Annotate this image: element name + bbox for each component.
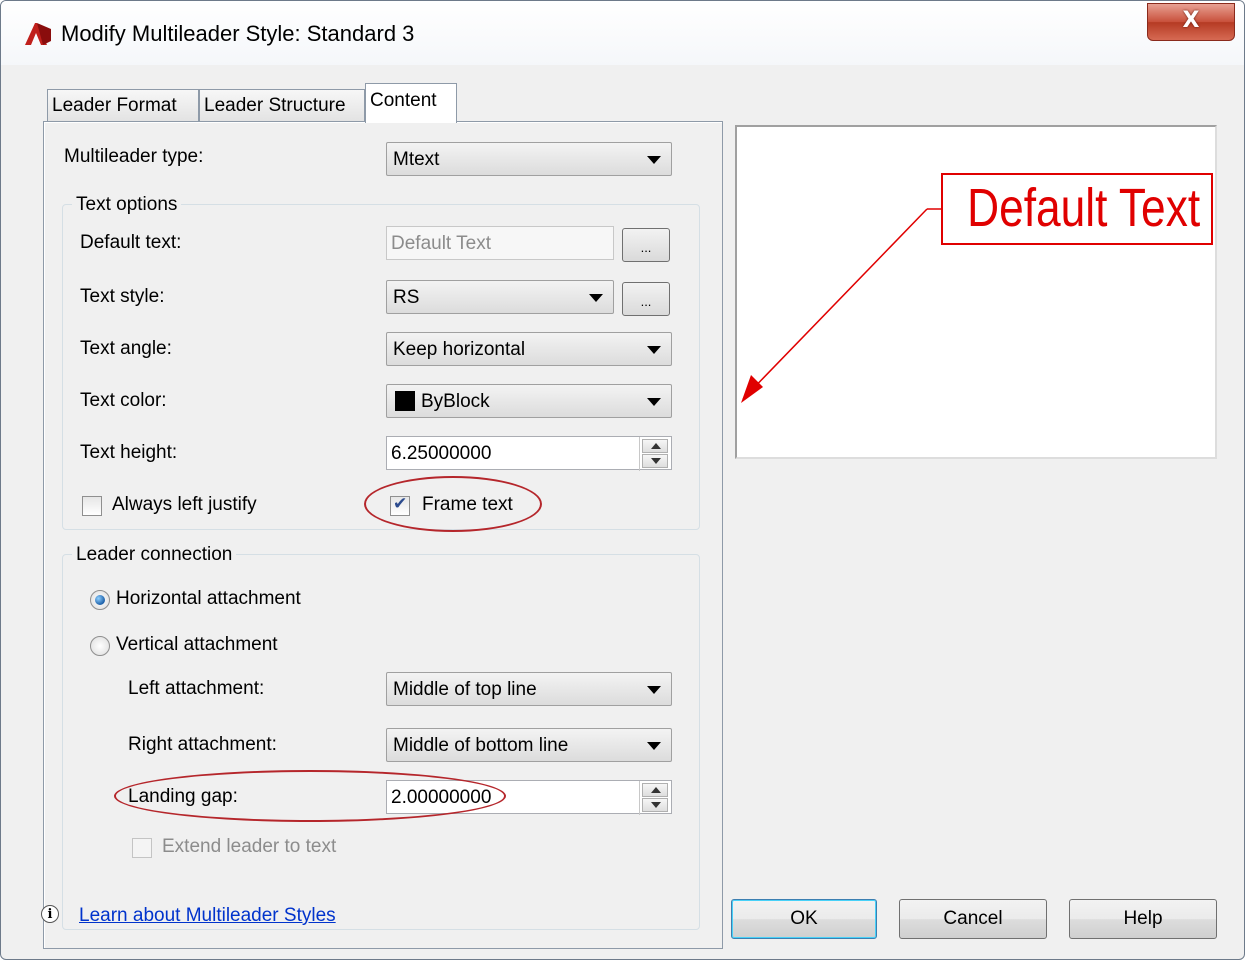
- default-text-label: Default text:: [80, 232, 182, 253]
- leader-connection-legend: Leader connection: [72, 544, 237, 566]
- default-text-value: Default Text: [391, 233, 491, 254]
- multileader-type-value: Mtext: [393, 149, 440, 170]
- spin-up-icon[interactable]: [642, 439, 668, 453]
- preview-text-frame: Default Text: [941, 173, 1213, 245]
- extend-leader-label: Extend leader to text: [162, 836, 337, 857]
- arrowhead-icon: [741, 375, 763, 403]
- chevron-down-icon: [647, 398, 661, 406]
- chevron-down-icon: [647, 742, 661, 750]
- text-height-spinner[interactable]: [639, 437, 671, 471]
- landing-gap-highlight: [114, 770, 506, 822]
- close-button[interactable]: X: [1147, 3, 1235, 41]
- preview-default-text: Default Text: [967, 178, 1201, 238]
- close-icon: X: [1182, 8, 1200, 33]
- content-tab-panel: Multileader type: Mtext Text options Def…: [43, 121, 723, 949]
- tab-content[interactable]: Content: [365, 83, 457, 123]
- always-left-justify-label: Always left justify: [112, 494, 257, 515]
- text-height-value: 6.25000000: [391, 443, 492, 464]
- text-angle-select[interactable]: Keep horizontal: [386, 332, 672, 366]
- vertical-attachment-radio[interactable]: [90, 636, 110, 656]
- text-style-label: Text style:: [80, 286, 165, 307]
- always-left-justify-checkbox[interactable]: [82, 496, 102, 516]
- right-attachment-select[interactable]: Middle of bottom line: [386, 728, 672, 762]
- horizontal-attachment-radio[interactable]: [90, 590, 110, 610]
- left-attachment-select[interactable]: Middle of top line: [386, 672, 672, 706]
- left-attachment-label: Left attachment:: [128, 678, 265, 699]
- chevron-down-icon: [589, 294, 603, 302]
- text-options-legend: Text options: [72, 194, 182, 216]
- chevron-down-icon: [647, 156, 661, 164]
- learn-multileader-styles-link[interactable]: Learn about Multileader Styles: [79, 905, 336, 927]
- cancel-button[interactable]: Cancel: [899, 899, 1047, 939]
- tab-leader-format[interactable]: Leader Format: [47, 89, 199, 121]
- ok-button[interactable]: OK: [731, 899, 877, 939]
- horizontal-attachment-label: Horizontal attachment: [116, 588, 301, 609]
- right-attachment-label: Right attachment:: [128, 734, 277, 755]
- help-button[interactable]: Help: [1069, 899, 1217, 939]
- text-style-value: RS: [393, 287, 420, 308]
- left-attachment-value: Middle of top line: [393, 679, 537, 700]
- multileader-type-label: Multileader type:: [64, 146, 204, 167]
- dialog-client-area: Leader Format Leader Structure Content M…: [7, 65, 1237, 953]
- text-angle-label: Text angle:: [80, 338, 172, 359]
- landing-gap-spinner[interactable]: [639, 781, 671, 815]
- modify-multileader-style-dialog: Modify Multileader Style: Standard 3 X L…: [0, 0, 1245, 960]
- text-color-select[interactable]: ByBlock: [386, 384, 672, 418]
- spin-down-icon[interactable]: [642, 454, 668, 468]
- title-bar[interactable]: Modify Multileader Style: Standard 3 X: [1, 1, 1244, 65]
- default-text-browse-button[interactable]: ...: [622, 228, 670, 262]
- multileader-type-select[interactable]: Mtext: [386, 142, 672, 176]
- text-height-field[interactable]: 6.25000000: [386, 436, 672, 471]
- text-color-value: ByBlock: [421, 391, 490, 412]
- default-text-field[interactable]: Default Text: [386, 226, 614, 260]
- text-angle-value: Keep horizontal: [393, 339, 526, 360]
- right-attachment-value: Middle of bottom line: [393, 735, 569, 756]
- style-preview: Default Text: [735, 125, 1217, 459]
- spin-down-icon[interactable]: [642, 798, 668, 812]
- chevron-down-icon: [647, 686, 661, 694]
- text-style-browse-button[interactable]: ...: [622, 282, 670, 316]
- text-style-select[interactable]: RS: [386, 280, 614, 314]
- extend-leader-checkbox[interactable]: [132, 838, 152, 858]
- vertical-attachment-label: Vertical attachment: [116, 634, 278, 655]
- color-swatch: [395, 391, 415, 411]
- spin-up-icon[interactable]: [642, 783, 668, 797]
- tab-leader-structure[interactable]: Leader Structure: [199, 89, 365, 121]
- frame-text-highlight: [364, 476, 542, 532]
- text-color-label: Text color:: [80, 390, 167, 411]
- info-icon: i: [41, 905, 59, 923]
- text-height-label: Text height:: [80, 442, 178, 463]
- autocad-app-icon: [25, 23, 51, 45]
- chevron-down-icon: [647, 346, 661, 354]
- window-title: Modify Multileader Style: Standard 3: [61, 21, 415, 46]
